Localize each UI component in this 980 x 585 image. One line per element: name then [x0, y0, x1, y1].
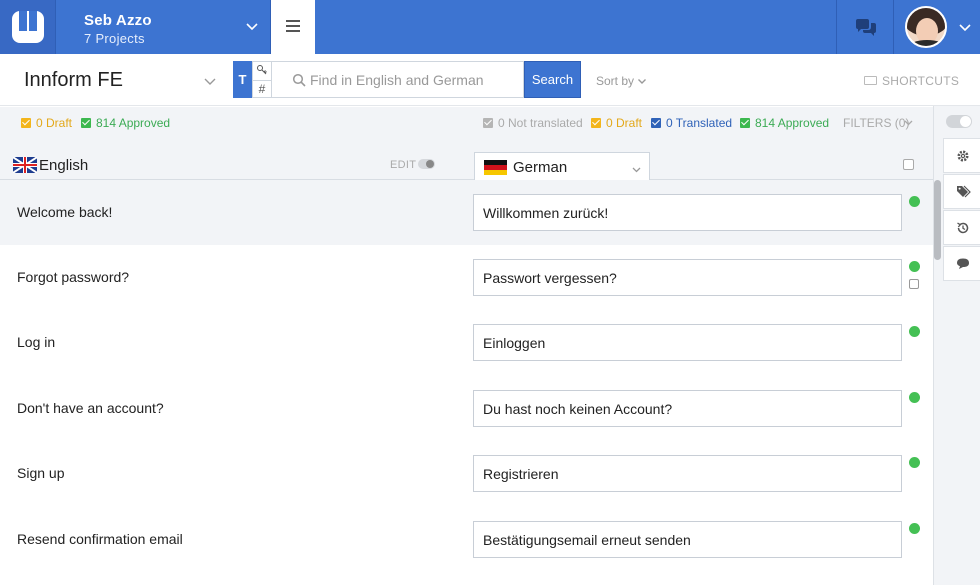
source-string: Sign up [17, 465, 65, 481]
germany-flag-icon [484, 160, 507, 175]
translation-text: Einloggen [483, 335, 546, 351]
target-draft-filter[interactable]: 0 Draft [591, 116, 642, 130]
history-button[interactable] [943, 210, 980, 245]
search-box [272, 61, 524, 98]
chevron-down-icon[interactable] [203, 74, 217, 88]
chevron-down-icon [638, 79, 646, 84]
approved-status-icon [909, 392, 920, 403]
toolbar: Innform FE T # Search Sort by SHORTCUTS [0, 54, 980, 106]
translation-list: Welcome back! Willkommen zurück! Forgot … [0, 180, 933, 585]
translation-text: Passwort vergessen? [483, 270, 617, 286]
chat-bubbles-icon [856, 19, 876, 36]
translation-row[interactable]: Resend confirmation email Bestätigungsem… [0, 507, 933, 572]
avatar [905, 6, 947, 48]
shortcuts-label: SHORTCUTS [882, 74, 960, 88]
status-filter-row: 0 Draft 814 Approved 0 Not translated 0 … [0, 107, 933, 140]
translation-text: Registrieren [483, 466, 559, 482]
target-language-select[interactable]: German [474, 152, 650, 181]
right-sidebar [933, 106, 980, 585]
checkbox-icon [591, 118, 601, 128]
select-all-checkbox[interactable] [903, 159, 914, 170]
project-title[interactable]: Innform FE [24, 69, 123, 92]
source-string: Resend confirmation email [17, 531, 183, 547]
target-language: German [513, 159, 568, 176]
key-mode-button[interactable]: # [253, 80, 271, 97]
source-draft-filter[interactable]: 0 Draft [21, 116, 72, 130]
chevron-down-icon [959, 24, 971, 32]
logo-cell[interactable] [0, 0, 56, 54]
chevron-down-icon [904, 120, 913, 126]
translation-row[interactable]: Welcome back! Willkommen zurück! [0, 180, 933, 245]
tags-button[interactable] [943, 174, 980, 209]
translation-row[interactable]: Log in Einloggen [0, 310, 933, 375]
translation-field[interactable]: Passwort vergessen? [473, 259, 902, 296]
approved-status-icon [909, 457, 920, 468]
user-switcher[interactable]: Seb Azzo 7 Projects [56, 0, 271, 54]
translation-row[interactable]: Forgot password? Passwort vergessen? [0, 245, 933, 310]
source-string: Forgot password? [17, 269, 130, 285]
translation-text: Willkommen zurück! [483, 205, 609, 221]
search-icon [292, 73, 306, 87]
source-approved-filter[interactable]: 814 Approved [81, 116, 170, 130]
keyboard-icon [864, 76, 877, 85]
translation-field[interactable]: Willkommen zurück! [473, 194, 902, 231]
filters-dropdown[interactable]: FILTERS (0) [843, 116, 909, 130]
translation-field[interactable]: Du hast noch keinen Account? [473, 390, 902, 427]
approved-status-icon [909, 196, 920, 207]
top-bar: Seb Azzo 7 Projects [0, 0, 980, 54]
edit-toggle[interactable] [418, 159, 435, 169]
checkbox-icon [483, 118, 493, 128]
settings-button[interactable] [943, 138, 980, 173]
account-menu[interactable] [893, 0, 980, 54]
translation-field[interactable]: Bestätigungsemail erneut senden [473, 521, 902, 558]
approved-status-icon [909, 261, 920, 272]
panel-toggle[interactable] [946, 115, 972, 128]
gear-icon [957, 150, 969, 162]
translation-field[interactable]: Einloggen [473, 324, 902, 361]
checkbox-icon [740, 118, 750, 128]
tags-icon [957, 185, 971, 198]
translation-field[interactable]: Registrieren [473, 455, 902, 492]
approved-status-icon [909, 523, 920, 534]
checkbox-icon [651, 118, 661, 128]
search-button[interactable]: Search [524, 61, 581, 98]
sort-by-dropdown[interactable]: Sort by [596, 74, 634, 88]
target-approved-filter[interactable]: 814 Approved [740, 116, 829, 130]
scrollbar-thumb[interactable] [934, 180, 941, 260]
chat-button[interactable] [836, 0, 893, 54]
uk-flag-icon [13, 157, 37, 173]
translation-row[interactable]: Sign up Registrieren [0, 441, 933, 506]
innform-logo-icon [12, 11, 44, 43]
source-string: Welcome back! [17, 204, 113, 220]
edit-label: EDIT [390, 159, 417, 171]
comment-icon [957, 258, 969, 269]
not-translated-filter[interactable]: 0 Not translated [483, 116, 583, 130]
key-icon[interactable] [256, 63, 268, 79]
user-name: Seb Azzo [84, 12, 152, 29]
approved-status-icon [909, 326, 920, 337]
checkbox-icon [81, 118, 91, 128]
translation-text: Bestätigungsemail erneut senden [483, 532, 691, 548]
comments-button[interactable] [943, 246, 980, 281]
shortcuts-button[interactable]: SHORTCUTS [864, 74, 960, 88]
menu-button[interactable] [271, 0, 315, 54]
translation-row[interactable]: Don't have an account? Du hast noch kein… [0, 376, 933, 441]
translated-filter[interactable]: 0 Translated [651, 116, 732, 130]
text-mode-button[interactable]: T [233, 61, 252, 98]
checkbox-icon [21, 118, 31, 128]
mode-alt-buttons: # [252, 61, 272, 98]
search-input[interactable] [310, 68, 515, 92]
chevron-down-icon [246, 23, 258, 31]
row-checkbox[interactable] [909, 279, 919, 289]
chevron-down-icon [632, 167, 641, 173]
language-header: English EDIT German [0, 140, 933, 181]
source-string: Log in [17, 334, 56, 350]
translation-text: Du hast noch keinen Account? [483, 401, 673, 417]
source-language: English [39, 157, 89, 174]
projects-count: 7 Projects [84, 31, 145, 46]
source-string: Don't have an account? [17, 400, 164, 416]
history-icon [957, 222, 969, 234]
